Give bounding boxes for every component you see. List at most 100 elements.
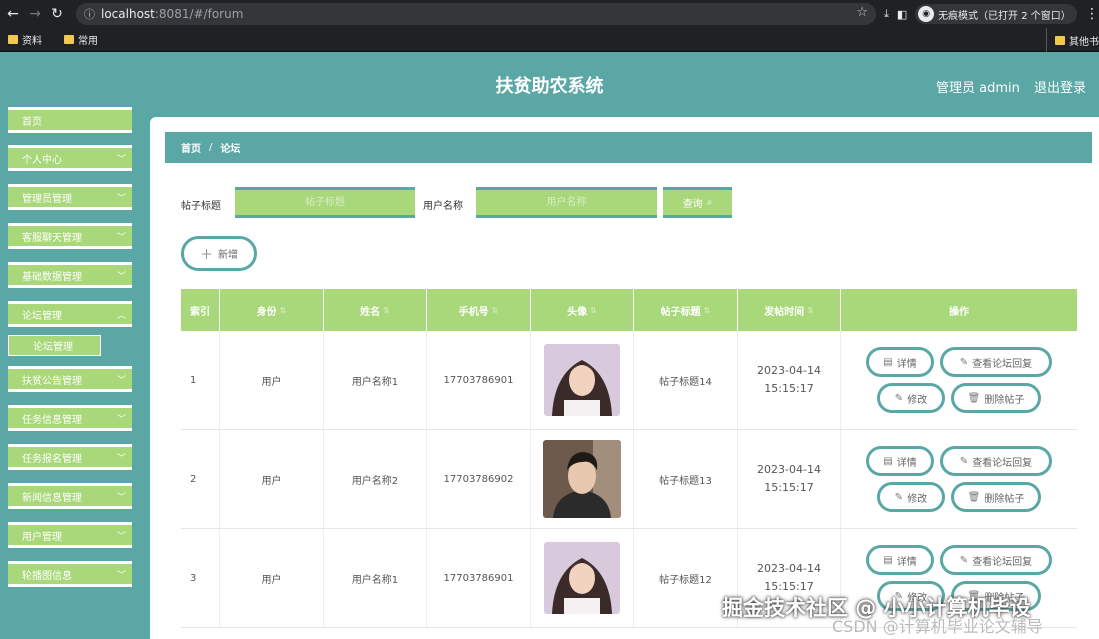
column-header[interactable]: 姓名 ⇅: [324, 289, 427, 331]
other-bookmarks[interactable]: 其他书: [1046, 28, 1099, 52]
sidebar-item-notice-manage[interactable]: 扶贫公告管理 ﹀: [8, 366, 132, 392]
sort-icon[interactable]: ⇅: [280, 306, 287, 315]
sidebar-item-base-data[interactable]: 基础数据管理 ﹀: [8, 262, 132, 288]
cell-name: 用户名称2: [324, 430, 427, 528]
sidebar-subitem-forum[interactable]: 论坛管理: [8, 335, 101, 356]
pencil-icon: ✎: [959, 455, 969, 467]
sidebar-item-personal-center[interactable]: 个人中心 ﹀: [8, 145, 132, 171]
post-title-input[interactable]: [235, 187, 415, 218]
cell-index: 2: [181, 430, 220, 528]
sidebar-item-admin-manage[interactable]: 管理员管理 ﹀: [8, 184, 132, 210]
column-header[interactable]: 帖子标题 ⇅: [634, 289, 738, 331]
column-header[interactable]: 身份 ⇅: [220, 289, 324, 331]
bookmark-star-icon[interactable]: ☆: [856, 5, 868, 20]
sidebar: 首页 个人中心 ﹀ 管理员管理 ﹀ 客服聊天管理 ﹀ 基础数据管理 ﹀ 论坛管理 ︿ 论坛…: [0, 107, 148, 639]
column-header[interactable]: 头像 ⇅: [531, 289, 634, 331]
address-bar[interactable]: ⓘ localhost:8081/#/forum ☆: [76, 3, 876, 25]
detail-button[interactable]: ▤ 详情: [866, 446, 934, 476]
delete-post-button[interactable]: 🗑 删除帖子: [951, 383, 1041, 413]
menu-kebab-icon[interactable]: ⋮: [1085, 6, 1099, 22]
reload-icon[interactable]: ↻: [46, 6, 68, 22]
cell-phone: 17703786901: [427, 529, 531, 627]
info-icon[interactable]: ⓘ: [84, 6, 95, 22]
plus-icon: ＋: [199, 248, 213, 263]
sidebar-item-task-info[interactable]: 任务信息管理 ﹀: [8, 405, 132, 431]
detail-button[interactable]: ▤ 详情: [866, 545, 934, 575]
sort-icon[interactable]: ⇅: [383, 306, 390, 315]
column-header: 操作: [949, 306, 969, 318]
watermark-csdn: CSDN @计算机毕业论文辅导: [832, 617, 1043, 636]
sidepanel-icon[interactable]: ◧: [897, 8, 907, 21]
breadcrumb-home[interactable]: 首页: [181, 140, 201, 155]
sidebar-item-task-signup[interactable]: 任务报名管理 ﹀: [8, 444, 132, 470]
chevron-down-icon: ﹀: [116, 375, 126, 386]
user-name-input[interactable]: [476, 187, 657, 218]
sidebar-item-home[interactable]: 首页: [8, 107, 132, 133]
delete-post-button[interactable]: 🗑 删除帖子: [951, 482, 1041, 512]
folder-icon: [1055, 35, 1065, 45]
url-host: localhost: [101, 7, 155, 21]
chevron-down-icon: ﹀: [116, 271, 126, 282]
user-name-label: 用户名称: [423, 201, 463, 212]
main-area: 首页 / 论坛 帖子标题 用户名称 查询 ⌕ ＋ 新增 索引 身份⇅ 姓名⇅ 手…: [148, 117, 1099, 639]
forward-arrow-icon[interactable]: →: [24, 6, 46, 22]
cell-avatar: [531, 529, 634, 627]
view-reply-button[interactable]: ✎ 查看论坛回复: [940, 347, 1052, 377]
incognito-icon: ◉: [918, 6, 935, 22]
sidebar-item-forum-manage[interactable]: 论坛管理 ︿: [8, 301, 132, 327]
view-reply-button[interactable]: ✎ 查看论坛回复: [940, 545, 1052, 575]
avatar[interactable]: [544, 344, 620, 416]
cell-phone: 17703786901: [427, 331, 531, 429]
cell-phone: 17703786902: [427, 430, 531, 528]
document-icon: ▤: [883, 356, 893, 368]
breadcrumb-separator: /: [209, 142, 213, 153]
edit-button[interactable]: ✎ 修改: [877, 383, 945, 413]
sidebar-item-chat-manage[interactable]: 客服聊天管理 ﹀: [8, 223, 132, 249]
sort-icon[interactable]: ⇅: [704, 306, 711, 315]
sort-icon[interactable]: ⇅: [590, 306, 597, 315]
query-button[interactable]: 查询 ⌕: [663, 187, 732, 218]
download-icon[interactable]: ⤓: [884, 7, 889, 21]
cell-post-title: 帖子标题13: [634, 430, 738, 528]
logout-link[interactable]: 退出登录: [1034, 77, 1086, 96]
bookmark-folder[interactable]: 资料: [8, 32, 42, 47]
detail-button[interactable]: ▤ 详情: [866, 347, 934, 377]
sidebar-item-carousel[interactable]: 轮播图信息 ﹀: [8, 561, 132, 587]
bookmark-folder[interactable]: 常用: [64, 32, 98, 47]
browser-toolbar: ← → ↻ ⓘ localhost:8081/#/forum ☆ ⤓ ◧ ◉ 无…: [0, 0, 1099, 28]
breadcrumb-current: 论坛: [220, 144, 241, 155]
sidebar-item-user-manage[interactable]: 用户管理 ﹀: [8, 522, 132, 548]
add-button[interactable]: ＋ 新增: [181, 236, 257, 271]
cell-name: 用户名称1: [324, 529, 427, 627]
url-path: :8081/#/forum: [154, 7, 244, 21]
avatar[interactable]: [543, 440, 621, 518]
incognito-indicator[interactable]: ◉ 无痕模式（已打开 2 个窗口）: [915, 4, 1077, 24]
post-title-label: 帖子标题: [181, 201, 221, 212]
cell-actions: ▤ 详情 ✎ 查看论坛回复 ✎ 修改 🗑 删除帖子: [841, 430, 1077, 528]
chevron-down-icon: ﹀: [116, 414, 126, 425]
sidebar-item-news-manage[interactable]: 新闻信息管理 ﹀: [8, 483, 132, 509]
sort-icon[interactable]: ⇅: [807, 306, 814, 315]
cell-post-time: 2023-04-14 15:15:17: [738, 331, 841, 429]
column-header[interactable]: 手机号 ⇅: [427, 289, 531, 331]
chevron-down-icon: ﹀: [116, 453, 126, 464]
chevron-down-icon: ﹀: [116, 570, 126, 581]
pencil-icon: ✎: [959, 356, 969, 368]
cell-avatar: [531, 331, 634, 429]
avatar[interactable]: [544, 542, 620, 614]
document-icon: ▤: [883, 554, 893, 566]
back-arrow-icon[interactable]: ←: [2, 6, 24, 22]
sort-icon[interactable]: ⇅: [492, 306, 499, 315]
cell-name: 用户名称1: [324, 331, 427, 429]
edit-button[interactable]: ✎ 修改: [877, 482, 945, 512]
trash-icon: 🗑: [967, 491, 981, 503]
cell-index: 3: [181, 529, 220, 627]
incognito-label: 无痕模式（已打开 2 个窗口）: [938, 10, 1071, 22]
app-header: 扶贫助农系统 管理员 admin 退出登录: [0, 52, 1099, 117]
pencil-icon: ✎: [894, 392, 904, 404]
view-reply-button[interactable]: ✎ 查看论坛回复: [940, 446, 1052, 476]
table-header: 索引 身份 ⇅ 姓名 ⇅ 手机号 ⇅ 头像 ⇅ 帖子标题 ⇅ 发帖时间 ⇅ 操作: [181, 289, 1077, 331]
chevron-down-icon: ﹀: [116, 193, 126, 204]
column-header[interactable]: 发帖时间 ⇅: [738, 289, 841, 331]
cell-role: 用户: [220, 331, 324, 429]
